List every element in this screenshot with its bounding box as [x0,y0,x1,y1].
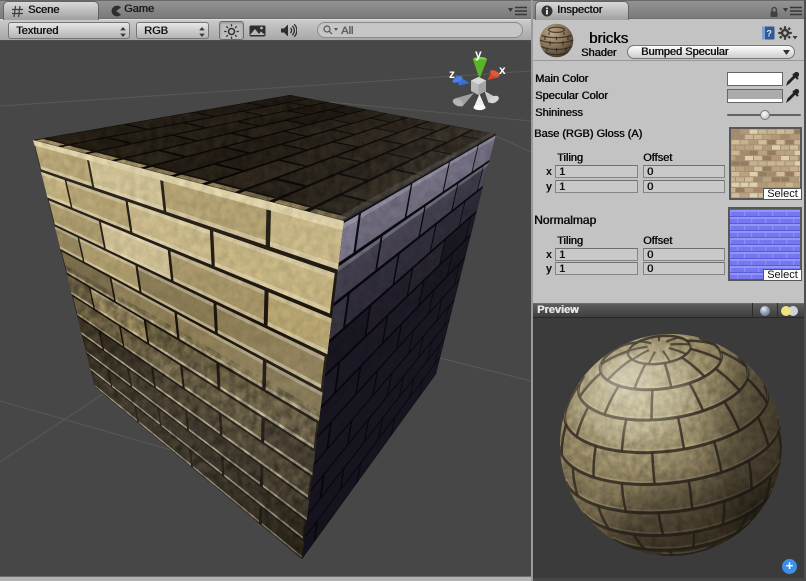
svg-text:x: x [499,63,506,77]
svg-text:y: y [475,47,482,61]
svg-text:?: ? [766,29,772,39]
svg-text:z: z [449,67,455,81]
